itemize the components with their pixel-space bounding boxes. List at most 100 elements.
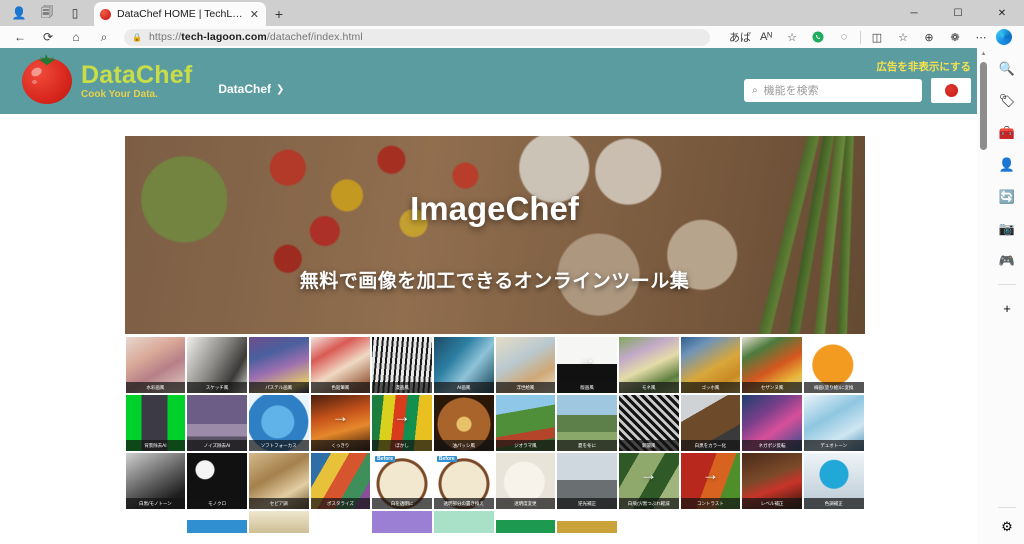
shopping-tag-icon[interactable]: 🏷 — [996, 90, 1018, 112]
hide-ads-link[interactable]: 広告を非表示にする — [876, 59, 971, 74]
home-icon[interactable]: ⌂ — [62, 27, 90, 47]
whatsapp-icon[interactable] — [805, 27, 831, 47]
tool-cell[interactable]: ノイズ除去AI — [186, 394, 248, 452]
breadcrumb[interactable]: DataChef ❯ — [218, 82, 284, 96]
search-icon[interactable]: ⌕ — [90, 27, 118, 47]
tool-cell[interactable]: モネ風 — [617, 336, 680, 394]
back-icon[interactable]: ← — [6, 27, 34, 47]
tab-actions-icon[interactable]: ▯ — [62, 2, 88, 24]
tool-cell[interactable]: 透明度変更 — [494, 452, 557, 510]
tool-cell[interactable]: 浮世絵風 — [494, 336, 557, 394]
tool-label: セザンヌ風 — [742, 382, 802, 393]
lock-icon: 🔒 — [132, 32, 142, 42]
favorite-star-icon[interactable]: ☆ — [779, 27, 805, 47]
games-icon[interactable]: 🎮 — [996, 250, 1018, 272]
tool-cell[interactable]: → 白飛び/黒つぶれ軽減 — [617, 452, 680, 510]
tool-cell[interactable] — [309, 510, 372, 534]
tool-cell[interactable]: デュオトーン — [802, 394, 865, 452]
add-sidebar-app-icon[interactable]: + — [996, 297, 1018, 319]
tool-cell[interactable]: ポスタライズ — [309, 452, 372, 510]
tool-cell[interactable]: 油パッシ風 — [432, 394, 495, 452]
tool-cell[interactable]: 色調補正 — [802, 452, 865, 510]
tool-cell[interactable]: → 版画風 — [556, 336, 618, 394]
tool-cell[interactable] — [617, 510, 680, 534]
tool-cell[interactable]: → くっきり — [309, 394, 372, 452]
tool-cell[interactable]: パステル画風 — [247, 336, 310, 394]
tool-cell[interactable]: ソフトフォーカス — [247, 394, 310, 452]
minimize-button[interactable]: ─ — [892, 0, 936, 26]
tool-cell[interactable] — [371, 510, 433, 534]
tool-cell[interactable]: ジオラマ風 — [494, 394, 557, 452]
tool-thumbnail — [742, 511, 802, 533]
tool-cell[interactable]: レベル補正 — [741, 452, 803, 510]
tool-cell[interactable] — [186, 510, 248, 534]
address-bar[interactable]: 🔒 https://tech-lagoon.com/datachef/index… — [124, 28, 710, 46]
tool-cell[interactable]: → ぼかし — [371, 394, 433, 452]
scrollbar-thumb[interactable] — [980, 62, 987, 150]
close-tab-icon[interactable]: ✕ — [249, 8, 260, 21]
tool-cell[interactable]: Before 白を透明に — [371, 452, 433, 510]
tool-cell[interactable]: 逆光補正 — [556, 452, 618, 510]
tool-cell[interactable] — [802, 510, 865, 534]
copilot-icon[interactable] — [996, 29, 1012, 45]
tools-icon[interactable]: 🧰 — [996, 122, 1018, 144]
tomato-logo-icon — [22, 54, 72, 104]
tool-cell[interactable] — [124, 510, 187, 534]
tool-cell[interactable]: 線画(塗り絵)に変換 — [802, 336, 865, 394]
language-flag-button[interactable] — [931, 78, 971, 103]
contacts-icon[interactable]: 👤 — [996, 154, 1018, 176]
tool-cell[interactable] — [494, 510, 557, 534]
tool-cell[interactable]: 漫画風 — [371, 336, 433, 394]
edge-sidebar: 🔍 🏷 🧰 👤 🔄 📷 🎮 + ⚙ — [990, 48, 1024, 544]
tool-cell[interactable] — [247, 510, 310, 534]
search-icon[interactable]: 🔍 — [996, 58, 1018, 80]
office-icon[interactable]: 🔄 — [996, 186, 1018, 208]
new-tab-button[interactable]: + — [266, 2, 292, 26]
tool-label: ポスタライズ — [310, 498, 371, 509]
tool-cell[interactable]: ネガポジ反転 — [741, 394, 803, 452]
browser-essentials-icon[interactable]: ⊕ — [916, 27, 942, 47]
read-aloud-icon[interactable]: あば — [727, 27, 753, 47]
extensions-icon[interactable]: ❁ — [942, 27, 968, 47]
tool-cell[interactable]: 背景除去AI — [124, 394, 187, 452]
copilot-mode-icon[interactable]: ◌ — [831, 27, 857, 47]
tool-cell[interactable]: Before 透明部分の置き換え — [432, 452, 495, 510]
tool-cell[interactable]: 水彩画風 — [124, 336, 187, 394]
tool-cell[interactable]: モノクロ — [186, 452, 248, 510]
page-scrollbar[interactable]: ▲ — [977, 48, 990, 544]
tool-cell[interactable]: AI画風 — [432, 336, 495, 394]
more-options-icon[interactable]: ⋯ — [968, 27, 994, 47]
workspaces-icon[interactable]: 🗐 — [34, 2, 60, 24]
browser-tab[interactable]: DataChef HOME | TechLagoon ✕ — [94, 2, 266, 26]
tool-cell[interactable]: ゴッホ風 — [679, 336, 742, 394]
settings-gear-icon[interactable]: ⚙ — [996, 516, 1018, 538]
tool-cell[interactable] — [679, 510, 742, 534]
tool-cell[interactable]: 白黒/モノトーン — [124, 452, 187, 510]
tool-cell[interactable]: セザンヌ風 — [741, 336, 803, 394]
tool-cell[interactable]: 新聞風 — [617, 394, 680, 452]
search-input[interactable] — [763, 84, 914, 97]
collections-icon[interactable]: ☆ — [890, 27, 916, 47]
outlook-icon[interactable]: 📷 — [996, 218, 1018, 240]
feature-search-box[interactable]: ⌕ — [744, 79, 922, 102]
hero-title: ImageChef — [410, 190, 579, 227]
tool-cell[interactable]: セピア調 — [247, 452, 310, 510]
tool-cell[interactable] — [556, 510, 618, 534]
split-screen-icon[interactable]: ◫ — [864, 27, 890, 47]
maximize-button[interactable]: ☐ — [936, 0, 980, 26]
refresh-icon[interactable]: ⟳ — [34, 27, 62, 47]
tool-cell[interactable]: 白黒をカラー化 — [679, 394, 742, 452]
tool-cell[interactable] — [432, 510, 495, 534]
tool-cell[interactable] — [741, 510, 803, 534]
tool-cell[interactable]: スケッチ風 — [186, 336, 248, 394]
tool-label: ソフトフォーカス — [248, 440, 309, 451]
tool-cell[interactable]: 色鉛筆風 — [309, 336, 372, 394]
immersive-reader-icon[interactable]: Aᴺ — [753, 27, 779, 47]
profile-icon[interactable]: 👤 — [6, 2, 32, 24]
site-logo[interactable]: DataChef Cook Your Data. — [22, 54, 192, 104]
close-window-button[interactable]: ✕ — [980, 0, 1024, 26]
scroll-up-arrow-icon[interactable]: ▲ — [977, 48, 990, 60]
tomato-highlight-small — [32, 80, 37, 84]
tool-cell[interactable]: 夏を冬に — [556, 394, 618, 452]
tool-cell[interactable]: → コントラスト — [679, 452, 742, 510]
